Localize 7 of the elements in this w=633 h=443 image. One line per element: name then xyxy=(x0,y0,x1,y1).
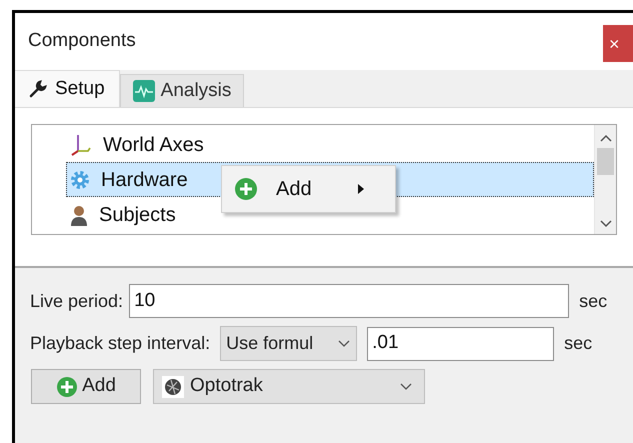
dropdown-value: Use formul xyxy=(226,332,314,355)
field-label: Playback step interval: xyxy=(30,332,210,355)
field-label: Live period: xyxy=(30,290,124,313)
unit-label: sec xyxy=(579,290,608,312)
unit-label: sec xyxy=(564,332,592,355)
dropdown-value: Optotrak xyxy=(190,374,264,398)
window-title: Components xyxy=(28,29,136,53)
